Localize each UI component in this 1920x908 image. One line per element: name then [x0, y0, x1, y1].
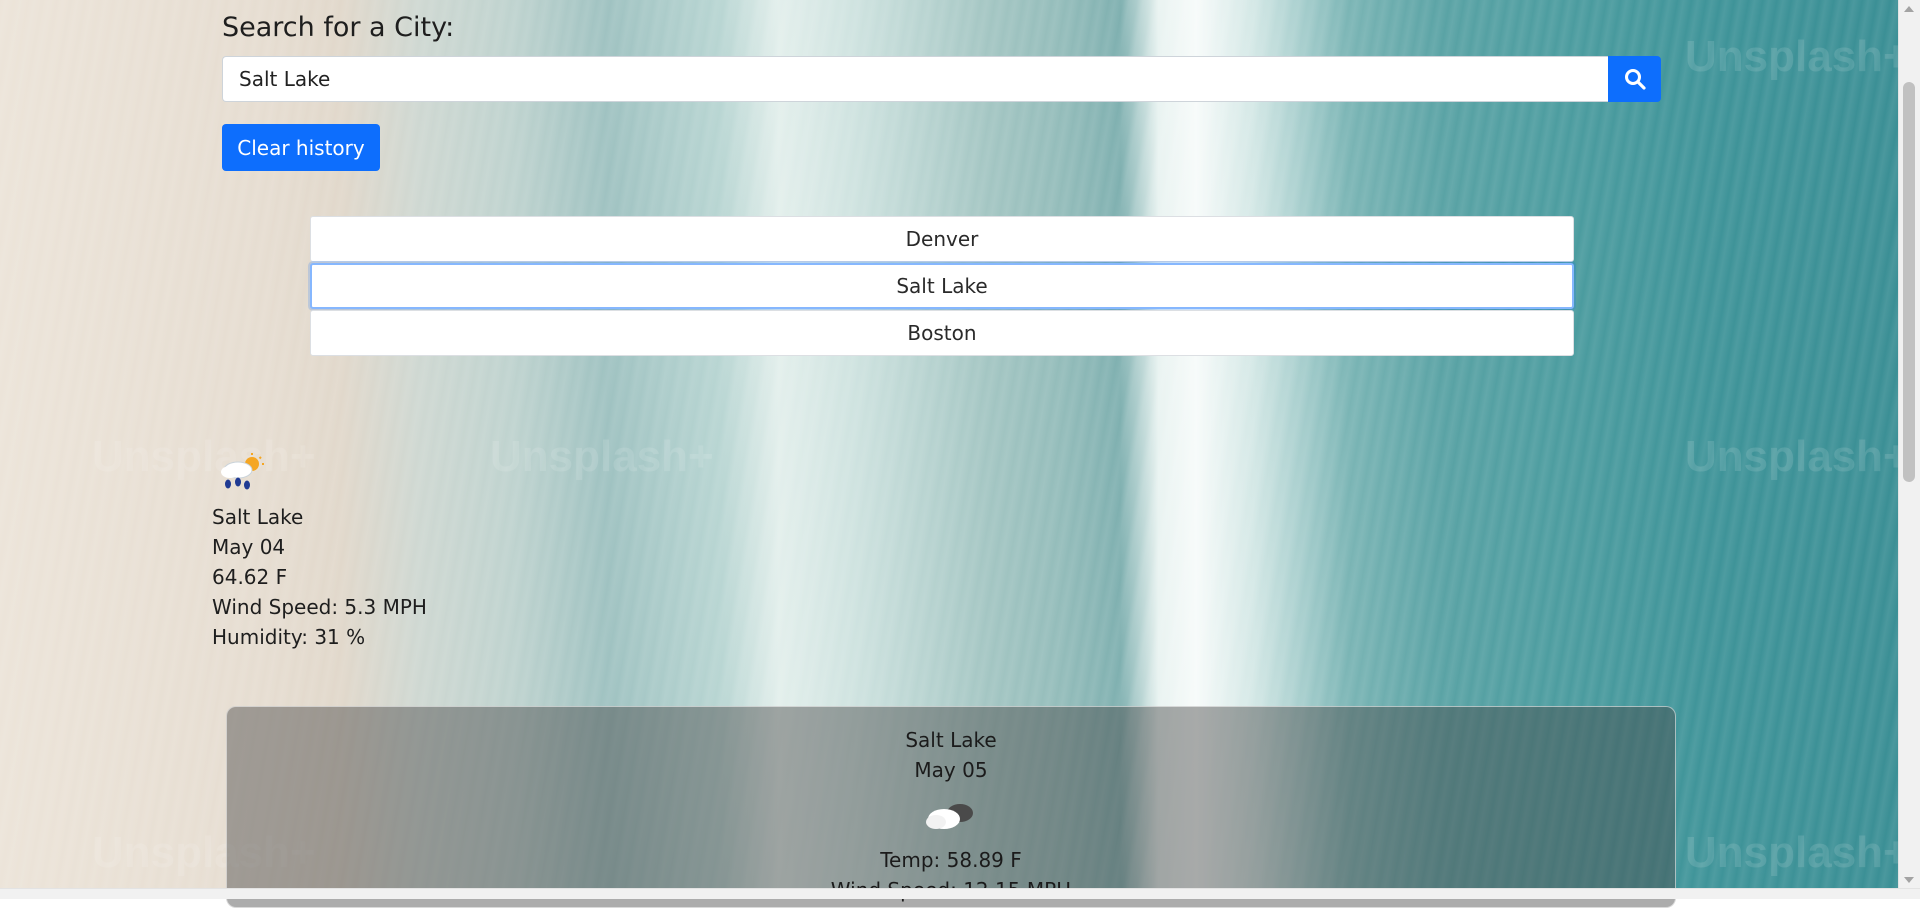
rain-sun-icon: [221, 453, 264, 490]
history-item-salt-lake[interactable]: Salt Lake: [310, 263, 1574, 309]
current-date: May 04: [212, 535, 286, 559]
search-history-list: Denver Salt Lake Boston: [310, 216, 1574, 357]
current-wind: Wind Speed: 5.3 MPH: [212, 595, 427, 619]
forecast-date: May 05: [914, 758, 988, 782]
search-icon: [1625, 69, 1646, 90]
current-temp: 64.62 F: [212, 565, 288, 589]
horizontal-scrollbar[interactable]: [0, 888, 1920, 899]
vertical-scrollbar[interactable]: [1898, 0, 1920, 889]
current-city: Salt Lake: [212, 505, 304, 529]
search-input[interactable]: [222, 56, 1608, 102]
clear-history-button[interactable]: Clear history: [222, 124, 380, 171]
search-title: Search for a City:: [222, 12, 455, 43]
scroll-down-icon[interactable]: [1904, 877, 1914, 883]
search-button[interactable]: [1608, 56, 1661, 102]
history-item-boston[interactable]: Boston: [310, 310, 1574, 356]
scroll-up-icon[interactable]: [1904, 6, 1914, 12]
history-item-denver[interactable]: Denver: [310, 216, 1574, 262]
scrollbar-thumb[interactable]: [1903, 82, 1915, 482]
current-humidity: Humidity: 31 %: [212, 625, 366, 649]
forecast-temp: Temp: 58.89 F: [880, 848, 1022, 872]
current-weather: Salt Lake May 04 64.62 F Wind Speed: 5.3…: [212, 452, 427, 652]
cloud-icon: [926, 804, 973, 829]
forecast-card: Salt Lake May 05 Temp: 58.89 F Wind Spee…: [226, 706, 1676, 908]
forecast-city: Salt Lake: [905, 728, 997, 752]
